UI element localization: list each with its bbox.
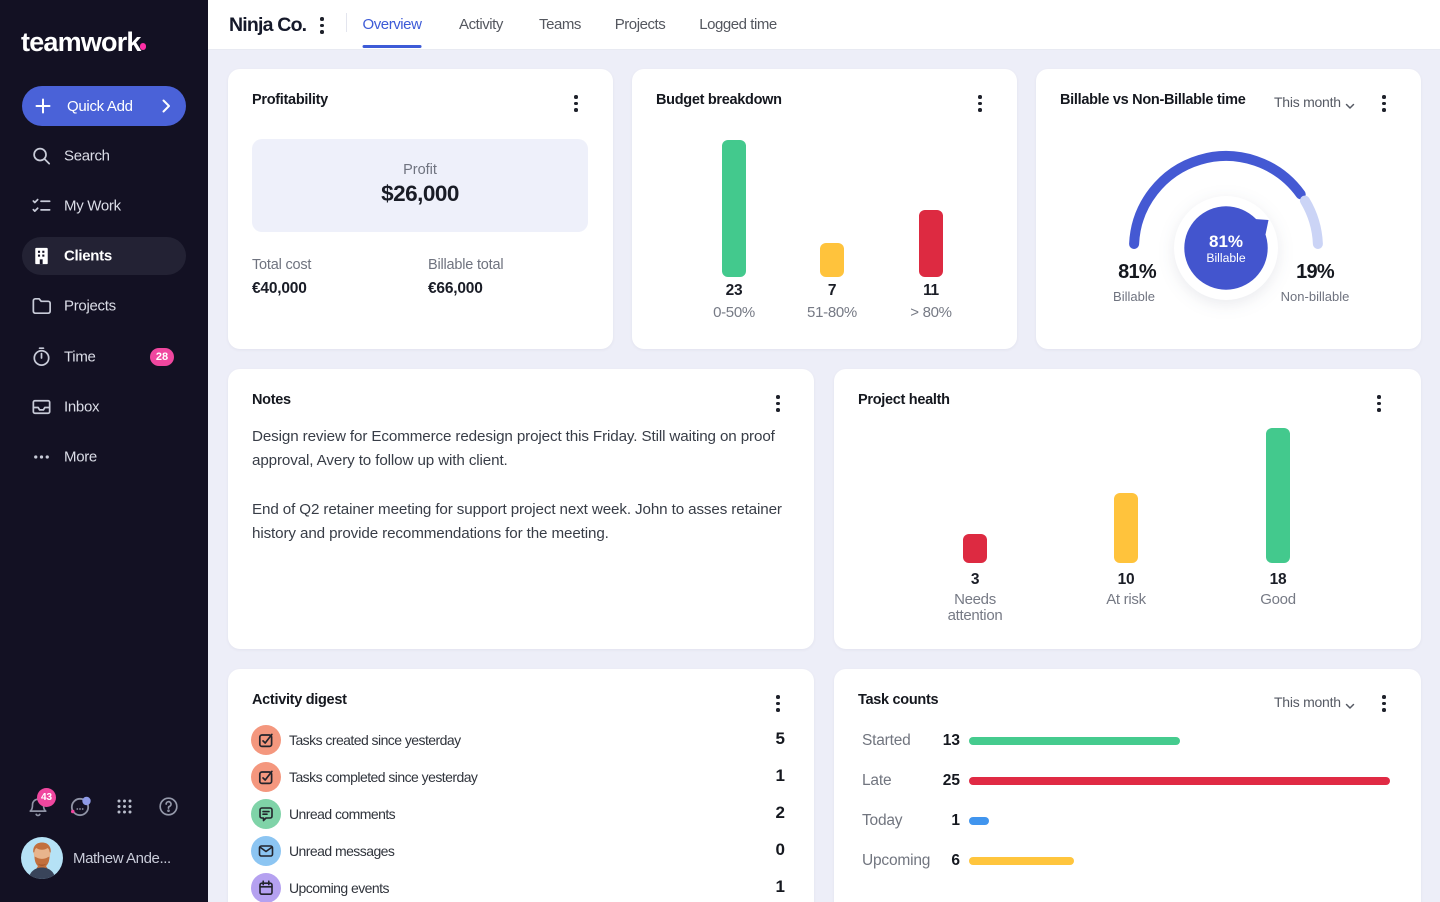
svg-text:Billable: Billable [1206,251,1246,265]
svg-text:81%: 81% [1209,232,1243,251]
